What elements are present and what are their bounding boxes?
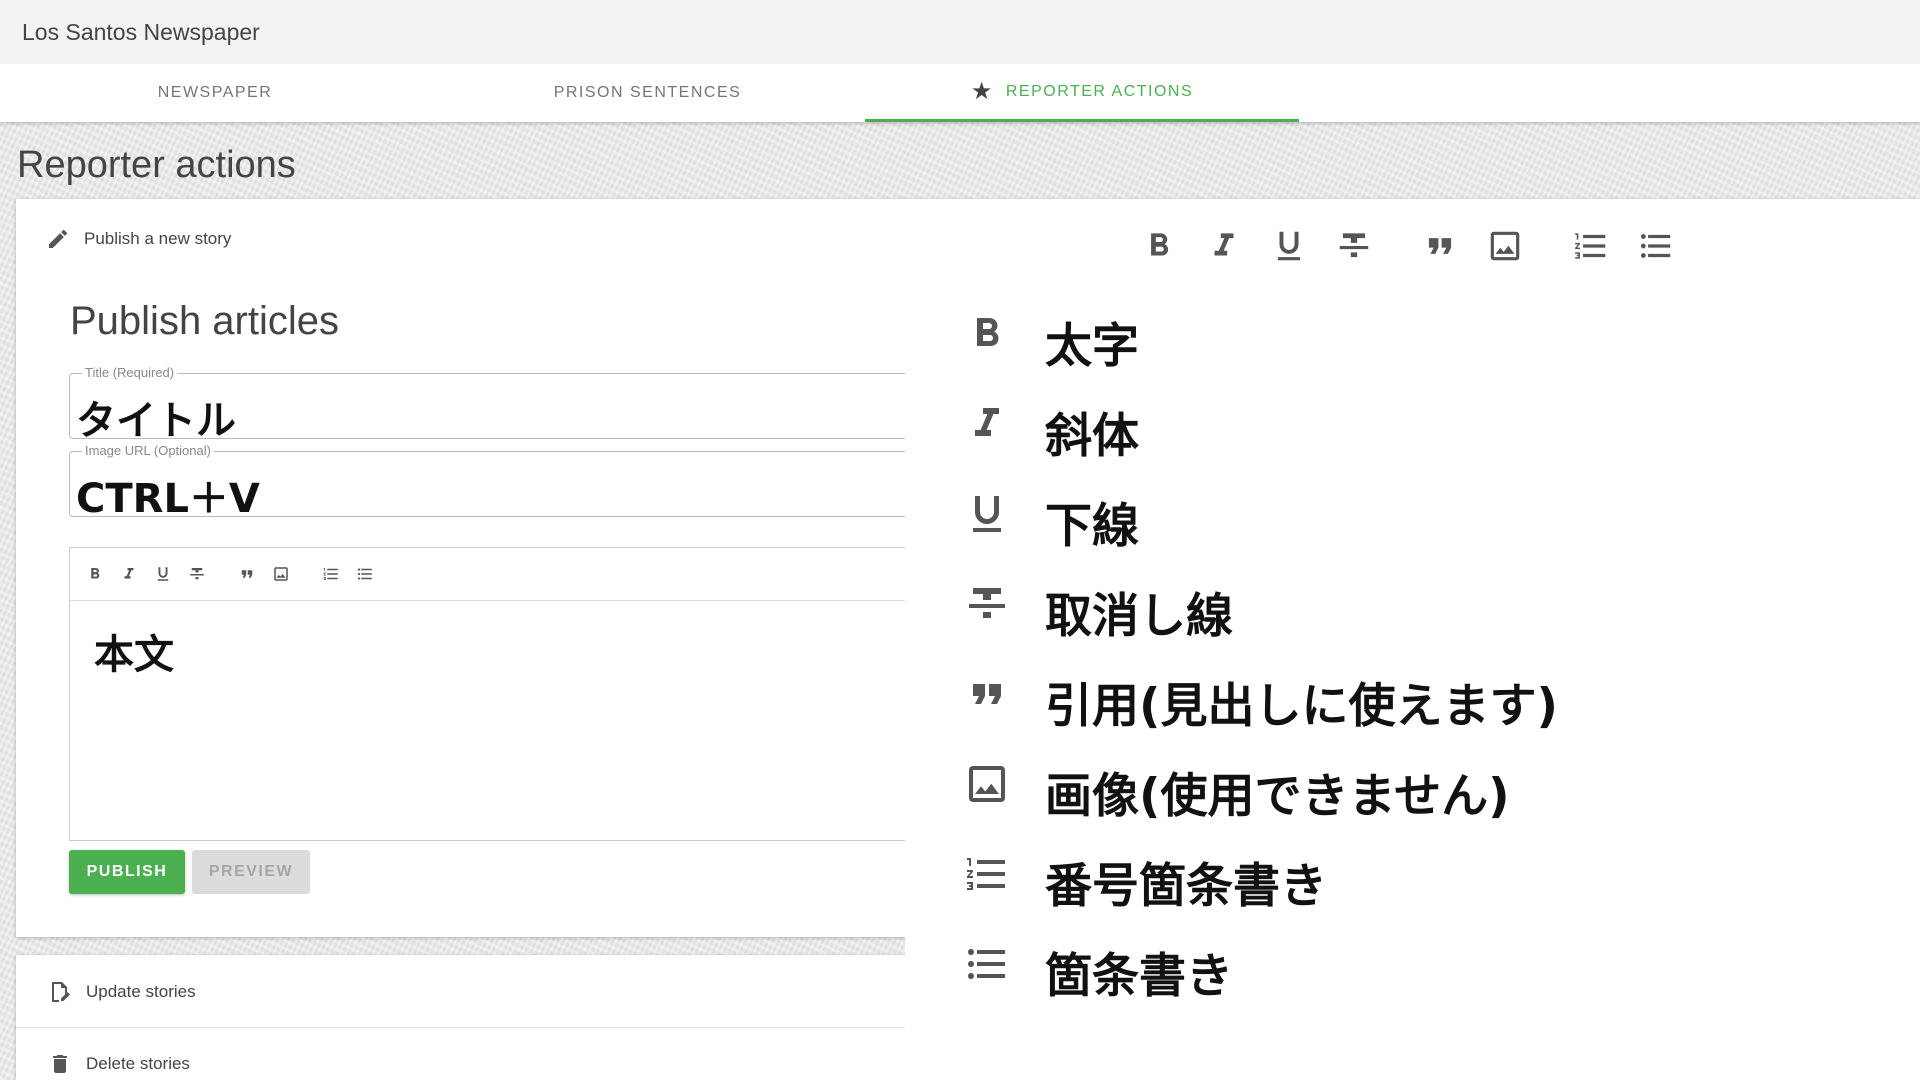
tab-label: REPORTER ACTIONS: [1005, 82, 1194, 100]
editor-body[interactable]: 本文: [94, 622, 174, 680]
tab-bar: NEWSPAPER PRISON SENTENCES ★ REPORTER AC…: [0, 64, 1920, 122]
preview-button[interactable]: PREVIEW: [192, 850, 310, 894]
publish-story-label: Publish a new story: [84, 229, 232, 248]
strikethrough-icon: [1332, 224, 1376, 268]
italic-icon: [1202, 224, 1246, 268]
trash-icon: [53, 1055, 67, 1073]
rich-text-editor: 本文: [69, 547, 949, 841]
legend-item-numbered-list: 番号箇条書き: [962, 849, 1327, 914]
publish-button[interactable]: PUBLISH: [69, 850, 185, 894]
legend-label: 引用(見出しに使えます): [1045, 679, 1558, 734]
pencil-icon: [49, 229, 68, 248]
strikethrough-icon: [962, 579, 1012, 629]
delete-stories-item[interactable]: Delete stories: [48, 1051, 190, 1077]
numbered-list-icon: [1569, 224, 1613, 268]
bold-icon: [962, 309, 1012, 359]
legend-label: 画像(使用できません): [1045, 769, 1510, 824]
tab-label: PRISON SENTENCES: [553, 84, 742, 101]
numbered-list-icon: [962, 849, 1012, 899]
bulleted-list-icon[interactable]: [354, 563, 376, 585]
delete-stories-label: Delete stories: [86, 1054, 190, 1073]
legend-item-bold: 太字: [962, 309, 1139, 374]
image-url-field[interactable]: Image URL (Optional) CTRL＋V: [69, 443, 949, 522]
tab-prison-sentences[interactable]: PRISON SENTENCES: [430, 64, 865, 122]
numbered-list-icon[interactable]: [320, 563, 342, 585]
star-icon: ★: [970, 78, 994, 105]
underline-icon: [1267, 224, 1311, 268]
bulleted-list-icon: [1634, 224, 1678, 268]
update-stories-label: Update stories: [86, 982, 196, 1001]
italic-icon: [962, 399, 1012, 449]
underline-icon[interactable]: [152, 563, 174, 585]
tab-label: NEWSPAPER: [157, 84, 273, 101]
italic-icon[interactable]: [118, 563, 140, 585]
legend-label: 番号箇条書き: [1045, 859, 1327, 914]
legend-item-italic: 斜体: [962, 399, 1139, 464]
section-title: Publish articles: [70, 299, 340, 343]
legend-label: 太字: [1045, 319, 1139, 374]
app-title: Los Santos Newspaper: [22, 18, 260, 45]
legend-item-bulleted-list: 箇条書き: [962, 939, 1233, 1004]
legend-item-strikethrough: 取消し線: [962, 579, 1233, 644]
image-icon: [1483, 224, 1527, 268]
image-url-field-value: CTRL＋V: [76, 476, 260, 522]
edit-document-icon: [52, 982, 70, 1002]
quote-icon: [962, 669, 1012, 719]
image-icon: [962, 759, 1012, 809]
title-field[interactable]: Title (Required) タイトル: [69, 365, 949, 444]
strikethrough-icon[interactable]: [186, 563, 208, 585]
legend-item-underline: 下線: [962, 489, 1139, 554]
quote-icon: [1418, 224, 1462, 268]
title-field-value: タイトル: [76, 398, 236, 444]
legend-label: 斜体: [1045, 409, 1139, 464]
image-url-field-label: Image URL (Optional): [82, 443, 214, 458]
legend-toolbar: [1137, 224, 1699, 268]
publish-story-header[interactable]: Publish a new story: [46, 227, 231, 251]
tab-newspaper[interactable]: NEWSPAPER: [0, 64, 430, 122]
quote-icon[interactable]: [236, 563, 258, 585]
image-icon[interactable]: [270, 563, 292, 585]
app-titlebar: Los Santos Newspaper: [0, 0, 1920, 64]
legend-item-image: 画像(使用できません): [962, 759, 1510, 824]
bold-icon[interactable]: [84, 563, 106, 585]
editor-toolbar: [70, 548, 948, 601]
update-stories-item[interactable]: Update stories: [48, 979, 196, 1005]
underline-icon: [962, 489, 1012, 539]
legend-label: 下線: [1045, 499, 1139, 554]
formatting-legend-overlay: 太字 斜体 下線 取消し線 引用(見出しに使えます) 画像(使用できません) 番…: [905, 199, 1920, 1080]
legend-label: 取消し線: [1045, 589, 1233, 644]
legend-label: 箇条書き: [1045, 949, 1233, 1004]
tab-reporter-actions[interactable]: ★ REPORTER ACTIONS: [865, 64, 1299, 122]
title-field-label: Title (Required): [82, 365, 178, 380]
page-title: Reporter actions: [17, 144, 296, 186]
bulleted-list-icon: [962, 939, 1012, 989]
legend-item-quote: 引用(見出しに使えます): [962, 669, 1558, 734]
bold-icon: [1137, 224, 1181, 268]
